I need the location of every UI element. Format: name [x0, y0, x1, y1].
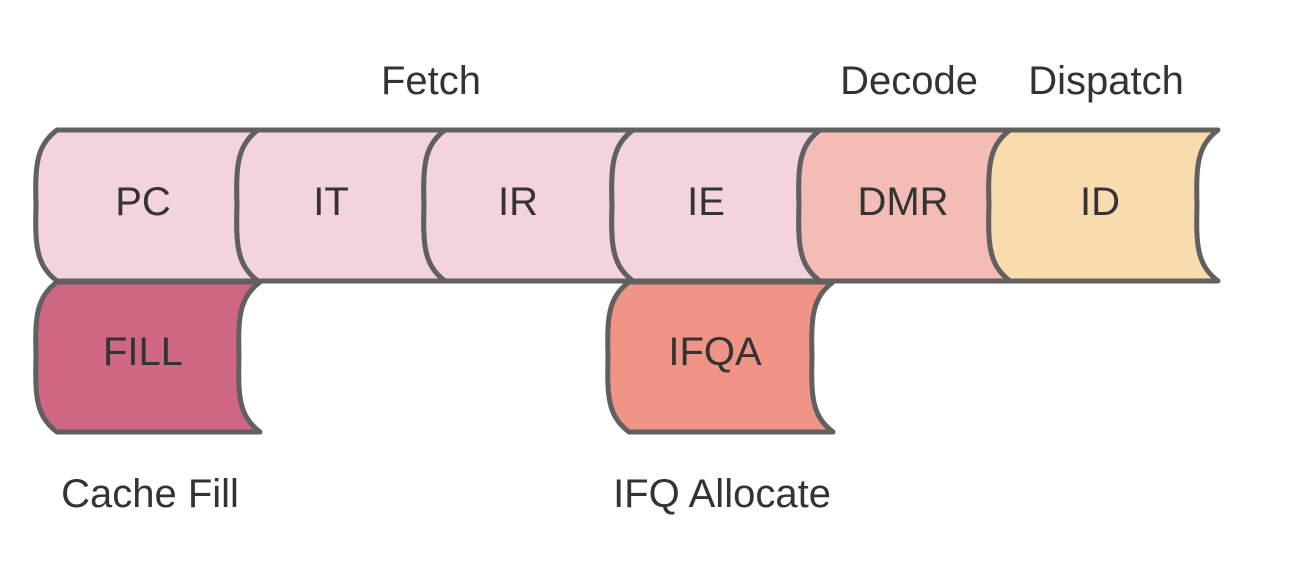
segment-it[interactable]: IT — [234, 127, 448, 284]
segment-ifqa-label: IFQA — [668, 330, 762, 374]
stage-label-decode: Decode — [840, 59, 978, 103]
segment-dmr[interactable]: DMR — [796, 127, 1013, 284]
segment-fill[interactable]: FILL — [33, 279, 263, 435]
stage-label-cache-fill: Cache Fill — [61, 472, 239, 516]
segment-ir-label: IR — [498, 180, 538, 224]
top-row: PC IT IR IE DMR ID — [33, 127, 1221, 284]
segment-pc-label: PC — [115, 180, 171, 224]
pipeline-diagram: Fetch Decode Dispatch PC IT IR IE DMR ID — [33, 59, 1221, 516]
bottom-row: FILL IFQA — [33, 279, 836, 435]
segment-dmr-label: DMR — [857, 180, 948, 224]
segment-fill-label: FILL — [103, 330, 183, 374]
segment-id[interactable]: ID — [986, 127, 1221, 284]
segment-ir[interactable]: IR — [421, 127, 636, 284]
segment-ie[interactable]: IE — [609, 127, 823, 284]
segment-it-label: IT — [313, 180, 349, 224]
stage-label-dispatch: Dispatch — [1028, 59, 1184, 103]
segment-ie-label: IE — [687, 180, 725, 224]
stage-label-ifq-allocate: IFQ Allocate — [613, 472, 831, 516]
segment-pc[interactable]: PC — [33, 127, 261, 284]
segment-id-label: ID — [1080, 180, 1120, 224]
stage-label-fetch: Fetch — [381, 59, 481, 103]
segment-ifqa[interactable]: IFQA — [605, 279, 836, 435]
